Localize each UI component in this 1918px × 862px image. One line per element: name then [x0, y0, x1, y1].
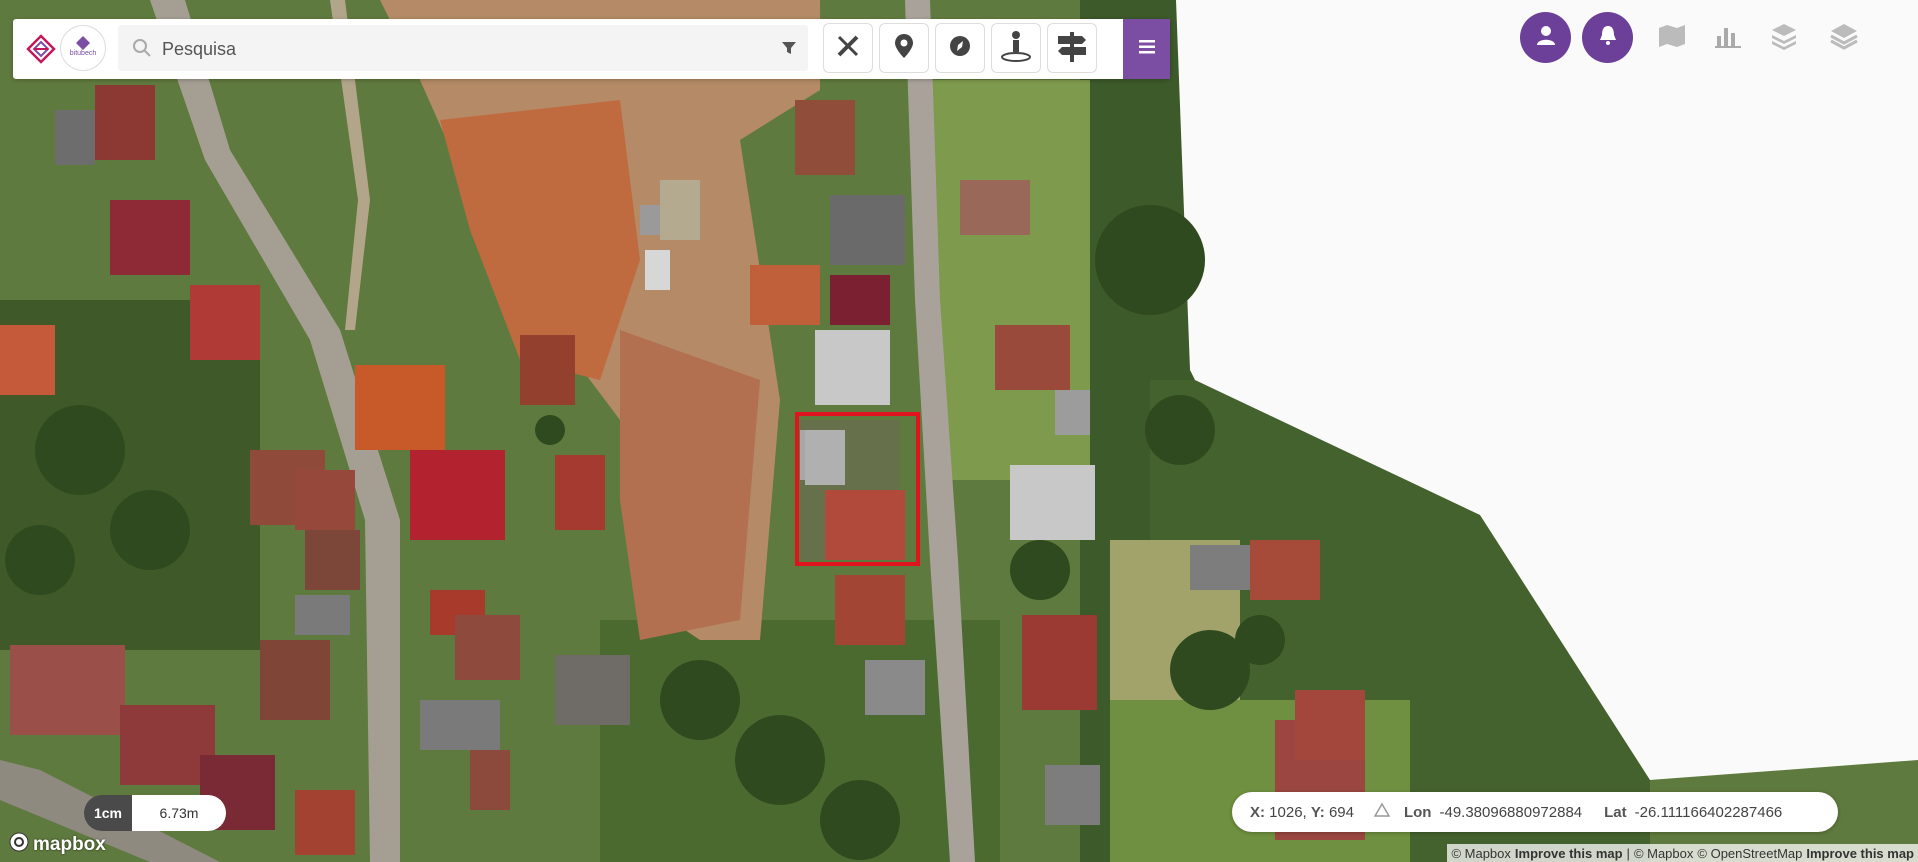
search-icon [132, 38, 152, 58]
stacked-layers-button[interactable] [1766, 20, 1802, 56]
lon-label: Lon [1403, 803, 1432, 821]
attribution-osm[interactable]: © OpenStreetMap [1697, 846, 1802, 861]
triangle-icon [1373, 802, 1391, 821]
map-scale: 1cm 6.73m [84, 795, 226, 831]
lat-value: -26.111166402287466 [1634, 803, 1783, 821]
satellite-map[interactable] [0, 0, 1918, 862]
search-box [118, 25, 808, 73]
lon-value: -49.38096880972884 [1439, 803, 1583, 821]
attribution-mapbox-2[interactable]: © Mapbox [1634, 846, 1693, 861]
attribution-improve-link[interactable]: Improve this map [1515, 846, 1623, 861]
x-value: 1026, [1269, 803, 1307, 821]
lat-label: Lat [1604, 803, 1627, 821]
scale-distance: 6.73m [132, 795, 226, 831]
compass-icon [948, 34, 972, 63]
user-icon [1535, 24, 1557, 51]
stacked-layers-icon [1770, 22, 1798, 55]
person-pin-icon [999, 29, 1033, 68]
notifications-button[interactable] [1582, 12, 1633, 63]
search-toolbar: bitubech [13, 19, 1170, 79]
map-view-button[interactable] [1654, 20, 1690, 56]
search-input[interactable] [160, 25, 764, 73]
layers-button[interactable] [1826, 20, 1862, 56]
bar-chart-icon [1715, 24, 1741, 53]
compass-tool-button[interactable] [935, 23, 985, 73]
mapbox-mark-icon [9, 832, 29, 858]
main-menu-button[interactable] [1123, 19, 1170, 79]
y-label: Y: [1310, 803, 1325, 821]
user-button[interactable] [1520, 12, 1571, 63]
street-view-button[interactable] [991, 23, 1041, 73]
charts-button[interactable] [1710, 20, 1746, 56]
marker-tool-button[interactable] [879, 23, 929, 73]
coordinates-readout: X: 1026, Y: 694 Lon -49.38096880972884 L… [1232, 792, 1838, 832]
map-attribution: © Mapbox Improve this map | © Mapbox © O… [1447, 844, 1918, 862]
y-value: 694 [1328, 803, 1354, 821]
attribution-improve-link-2[interactable]: Improve this map [1806, 846, 1914, 861]
app-logo-icon[interactable] [25, 33, 57, 65]
filter-icon[interactable] [780, 39, 798, 57]
attribution-mapbox[interactable]: © Mapbox [1451, 846, 1510, 861]
partner-logo-text: bitubech [69, 50, 97, 57]
layers-icon [1829, 22, 1859, 55]
signpost-button[interactable] [1047, 23, 1097, 73]
ruler-pencil-icon [835, 33, 861, 64]
bell-icon [1597, 24, 1619, 51]
hamburger-menu-icon [1138, 39, 1155, 59]
mapbox-logo[interactable]: mapbox [9, 832, 106, 858]
partner-logo: bitubech [60, 25, 106, 71]
measure-tool-button[interactable] [823, 23, 873, 73]
map-pin-icon [893, 33, 915, 64]
mapbox-wordmark: mapbox [33, 834, 106, 855]
attribution-separator: | [1626, 845, 1630, 861]
map-icon [1658, 24, 1686, 53]
signpost-icon [1055, 29, 1089, 68]
x-label: X: [1250, 803, 1265, 821]
scale-unit: 1cm [84, 795, 132, 831]
